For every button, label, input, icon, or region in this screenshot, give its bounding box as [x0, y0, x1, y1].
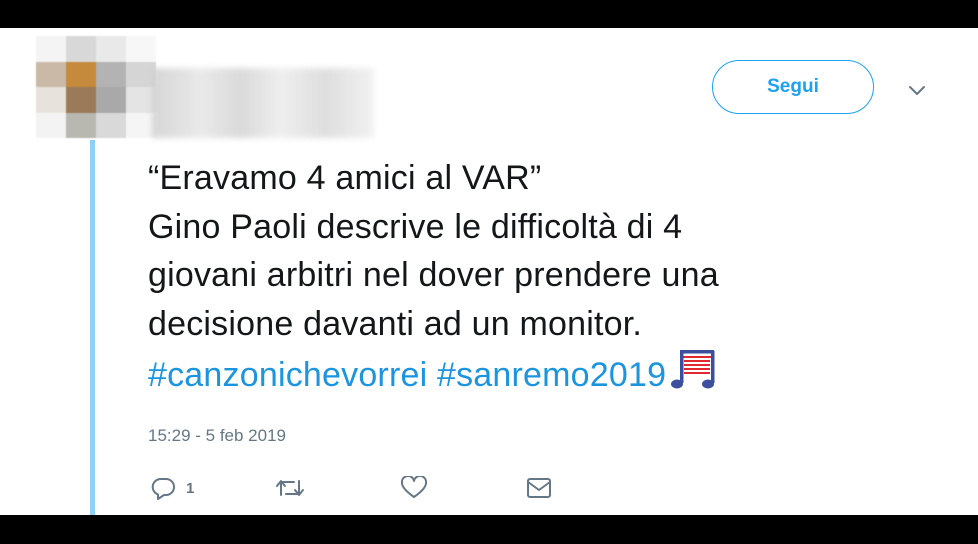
- tweet-line: giovani arbitri nel dover prendere una: [148, 256, 719, 294]
- reply-icon: [151, 478, 175, 500]
- tweet-text: “Eravamo 4 amici al VAR” Gino Paoli desc…: [148, 154, 908, 400]
- follow-button-label: Segui: [767, 76, 819, 97]
- retweet-button[interactable]: [274, 468, 306, 508]
- tweet-card: Segui “Eravamo 4 amici al VAR” Gino Paol…: [0, 28, 978, 515]
- tweet-line: Gino Paoli descrive le difficoltà di 4: [148, 207, 683, 246]
- chevron-down-icon[interactable]: [904, 80, 930, 102]
- heart-icon: [400, 476, 428, 498]
- hashtag-sanremo2019[interactable]: #sanremo2019: [437, 356, 666, 394]
- envelope-icon: [527, 478, 551, 498]
- user-name-blurred[interactable]: [152, 68, 374, 138]
- follow-button[interactable]: Segui: [712, 60, 874, 114]
- reply-button[interactable]: 1: [150, 468, 194, 508]
- tweet-actions: 1: [0, 468, 978, 508]
- like-button[interactable]: [400, 468, 428, 508]
- tweet-line: decisione davanti ad un monitor.: [148, 304, 643, 343]
- thread-line: [90, 140, 95, 515]
- hashtag-line: #canzonichevorrei #sanremo2019: [148, 348, 908, 400]
- avatar[interactable]: [36, 36, 156, 138]
- retweet-icon: [276, 480, 304, 496]
- hashtag-canzonichevorrei[interactable]: #canzonichevorrei: [148, 356, 427, 394]
- tweet-timestamp[interactable]: 15:29 - 5 feb 2019: [148, 426, 286, 446]
- reply-count: 1: [186, 479, 195, 497]
- tweet-line: “Eravamo 4 amici al VAR”: [148, 159, 542, 197]
- musical-score-icon: [671, 350, 715, 389]
- direct-message-button[interactable]: [525, 468, 553, 508]
